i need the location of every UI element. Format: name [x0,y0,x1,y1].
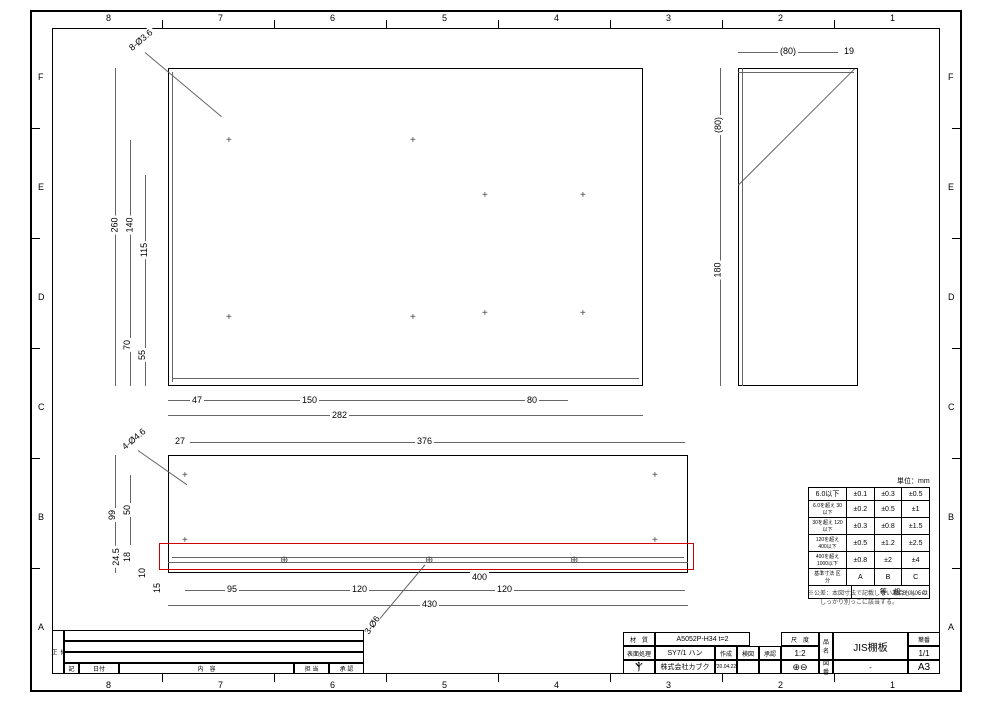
grid-row-F: F [38,72,44,82]
grid-col-6: 6 [330,13,335,23]
dim-80: (80) [778,46,798,56]
rev-h1: 記 [64,663,79,674]
rev-side-label: 修 正 [52,630,64,674]
sheet-value: 1/1 [908,646,940,660]
dim-376: 376 [415,436,434,446]
grid-col-7: 7 [218,13,223,23]
name-label: 品 名 [819,632,833,660]
dim-180: 180 [713,260,723,279]
side-view [738,68,858,386]
hole-mark: + [226,135,232,146]
scale-label: 尺 度 [781,632,819,646]
grid-col-8: 8 [106,13,111,23]
projection-symbol: ⊕⊖ [781,660,819,674]
dim-19: 19 [842,46,856,56]
grid-col-4: 4 [554,13,559,23]
tolerance-table: 6.0以下±0.1±0.3±0.5 6.0を超え 30以下±0.2±0.5±1 … [808,487,930,599]
grid-col-3: 3 [666,13,671,23]
material-value: A5052P-H34 t=2 [655,632,750,646]
checker-label: 検図 [737,646,759,660]
surface-label: 表面処理 [623,646,655,660]
rev-h3: 内 容 [119,663,294,674]
date: '20.04.22 [715,660,737,674]
dwg-number: - [833,660,908,674]
rev-h4: 担 当 [294,663,329,674]
grid-col-2: 2 [778,13,783,23]
rev-h5: 承 認 [329,663,364,674]
material-label: 材 質 [623,632,655,646]
note-2: JIS B 0405の [892,588,927,597]
highlight-box [159,543,694,570]
dim-260: 260 [110,215,120,234]
company-name: 株式会社カブク [655,660,715,674]
creator-label: 作成 [715,646,737,660]
approver-label: 承認 [759,646,781,660]
tolerance-unit: 単位：mm [895,476,932,486]
sheet-label: 葉番 [908,632,940,646]
drawing-sheet: 8 7 6 5 4 3 2 1 8 7 6 5 4 3 2 1 F E D C … [30,10,962,692]
top-view [168,68,643,386]
surface-value: SY7/1 ハン [655,646,715,660]
dwg-label: 図 番 [819,660,833,674]
drawing-name: JIS棚板 [833,632,908,660]
scale-value: 1:2 [781,646,819,660]
grid-col-5: 5 [442,13,447,23]
grid-col-1: 1 [890,13,895,23]
sheet-size: A3 [908,660,940,674]
rev-h2: 日付 [79,663,119,674]
company-logo: Ⲯ [623,660,655,674]
